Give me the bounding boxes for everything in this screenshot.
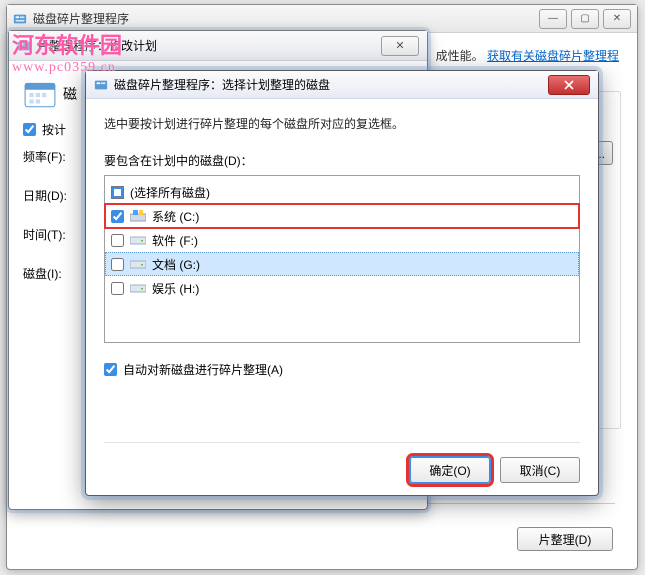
select-all-row[interactable]: (选择所有磁盘)	[105, 180, 579, 204]
defrag-icon	[13, 12, 27, 26]
cancel-button[interactable]: 取消(C)	[500, 457, 580, 483]
defrag-icon	[17, 39, 31, 53]
hdd-icon	[130, 282, 146, 294]
disk-row-software[interactable]: 软件 (F:)	[105, 228, 579, 252]
disk-checkbox[interactable]	[111, 234, 124, 247]
disk-label: 磁盘(I):	[23, 265, 75, 282]
close-icon	[563, 79, 575, 91]
disk-label: 系统 (C:)	[152, 208, 199, 225]
system-disk-icon	[130, 210, 146, 222]
minimize-button[interactable]: —	[539, 9, 567, 29]
include-label: 要包含在计划中的磁盘(D)：	[104, 152, 580, 169]
titlebar[interactable]: 磁盘碎片整理程序：选择计划整理的磁盘	[86, 71, 598, 99]
defrag-icon	[94, 78, 108, 92]
titlebar: 片整理程序：修改计划 ✕	[9, 31, 427, 61]
select-disks-dialog: 磁盘碎片整理程序：选择计划整理的磁盘 选中要按计划进行碎片整理的每个磁盘所对应的…	[85, 70, 599, 496]
disk-checkbox[interactable]	[111, 282, 124, 295]
select-all-label: (选择所有磁盘)	[130, 184, 210, 201]
dialog-footer: 确定(O) 取消(C)	[104, 442, 580, 483]
disk-list[interactable]: (选择所有磁盘) 系统 (C:) 软件 (F:) 文档 (G:) 娱乐 (H:)	[104, 175, 580, 343]
maximize-button[interactable]: ▢	[571, 9, 599, 29]
day-label: 日期(D):	[23, 187, 75, 204]
instruction-text: 选中要按计划进行碎片整理的每个磁盘所对应的复选框。	[104, 115, 580, 132]
defrag-button-partial[interactable]: 片整理(D)	[517, 527, 613, 551]
schedule-checkbox[interactable]	[23, 123, 36, 136]
titlebar: 磁盘碎片整理程序 — ▢ ✕	[7, 5, 637, 33]
auto-defrag-label: 自动对新磁盘进行碎片整理(A)	[123, 361, 283, 378]
disk-label: 软件 (F:)	[152, 232, 198, 249]
dialog-title: 片整理程序：修改计划	[37, 37, 157, 54]
auto-defrag-row: 自动对新磁盘进行碎片整理(A)	[104, 361, 580, 378]
header-partial: 磁	[63, 84, 77, 104]
disk-row-entertainment[interactable]: 娱乐 (H:)	[105, 276, 579, 300]
window-controls: — ▢ ✕	[539, 9, 631, 29]
close-button[interactable]: ✕	[381, 36, 419, 56]
close-button[interactable]	[548, 75, 590, 95]
window-title: 磁盘碎片整理程序	[33, 10, 129, 27]
disk-checkbox[interactable]	[111, 258, 124, 271]
disk-checkbox[interactable]	[111, 210, 124, 223]
dialog-body: 选中要按计划进行碎片整理的每个磁盘所对应的复选框。 要包含在计划中的磁盘(D)：…	[86, 99, 598, 495]
frequency-label: 频率(F):	[23, 148, 75, 165]
disk-label: 娱乐 (H:)	[152, 280, 199, 297]
calendar-icon	[23, 77, 57, 111]
select-all-checkbox[interactable]	[111, 186, 124, 199]
help-link[interactable]: 获取有关磁盘碎片整理程	[487, 49, 619, 63]
dialog-title: 磁盘碎片整理程序：选择计划整理的磁盘	[114, 76, 330, 93]
time-label: 时间(T):	[23, 226, 75, 243]
header-text-partial: 成性能。 获取有关磁盘碎片整理程	[436, 47, 619, 64]
close-button[interactable]: ✕	[603, 9, 631, 29]
hdd-icon	[130, 234, 146, 246]
disk-row-documents[interactable]: 文档 (G:)	[105, 252, 579, 276]
schedule-label-partial: 按计	[42, 121, 66, 138]
auto-defrag-checkbox[interactable]	[104, 363, 117, 376]
disk-label: 文档 (G:)	[152, 256, 200, 273]
disk-row-system[interactable]: 系统 (C:)	[105, 204, 579, 228]
hdd-icon	[130, 258, 146, 270]
ok-button[interactable]: 确定(O)	[410, 457, 490, 483]
